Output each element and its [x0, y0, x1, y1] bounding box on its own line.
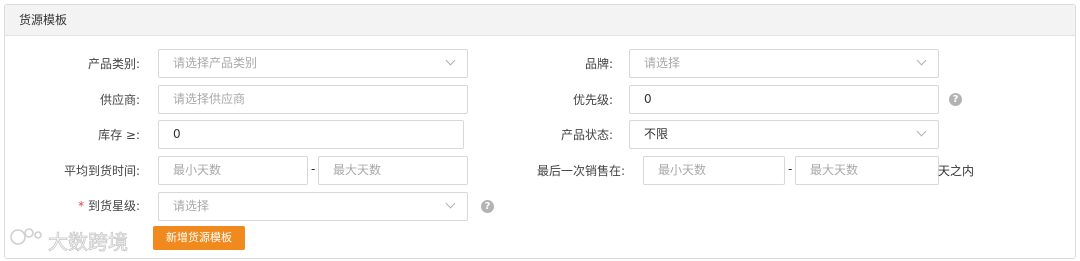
- supplier-input[interactable]: 请选择供应商: [158, 85, 468, 114]
- last-sale-min-placeholder: 最小天数: [658, 163, 707, 177]
- range-separator: -: [788, 162, 793, 176]
- arrival-level-label: * 到货星级:: [45, 197, 140, 214]
- arrival-level-placeholder: 请选择: [173, 199, 210, 213]
- source-template-panel: 货源模板 产品类别: 请选择产品类别 品牌: 请选择 供应商: 请选择供应商 优…: [4, 4, 1076, 259]
- last-sale-min-input[interactable]: 最小天数: [643, 156, 785, 185]
- supplier-placeholder: 请选择供应商: [173, 92, 246, 106]
- supplier-label: 供应商:: [99, 93, 140, 107]
- avg-arrival-max-input[interactable]: 最大天数: [318, 156, 468, 185]
- stock-label: 库存 ≥:: [98, 128, 140, 142]
- days-suffix: 天之内: [938, 164, 975, 178]
- status-select[interactable]: 不限: [629, 120, 939, 149]
- chevron-down-icon: [445, 198, 456, 209]
- chevron-down-icon: [916, 55, 927, 66]
- brand-select[interactable]: 请选择: [629, 49, 939, 78]
- range-separator: -: [311, 162, 316, 176]
- category-select[interactable]: 请选择产品类别: [158, 49, 468, 78]
- category-label: 产品类别:: [87, 57, 140, 71]
- priority-label: 优先级:: [572, 93, 613, 107]
- watermark: 大数跨境: [8, 225, 143, 255]
- last-sale-max-input[interactable]: 最大天数: [795, 156, 939, 185]
- category-placeholder: 请选择产品类别: [173, 56, 258, 70]
- watermark-logo: 大数跨境: [10, 228, 128, 254]
- add-template-button[interactable]: 新增货源模板: [153, 226, 245, 250]
- arrival-level-label-text: 到货星级:: [87, 199, 140, 213]
- status-value: 不限: [644, 127, 669, 141]
- required-mark: *: [78, 199, 85, 213]
- arrival-level-select[interactable]: 请选择: [158, 192, 468, 221]
- avg-arrival-label: 平均到货时间:: [63, 164, 140, 178]
- chevron-down-icon: [445, 55, 456, 66]
- last-sale-max-placeholder: 最大天数: [810, 163, 859, 177]
- help-icon[interactable]: ?: [949, 93, 962, 106]
- priority-value: 0: [644, 92, 652, 106]
- avg-arrival-max-placeholder: 最大天数: [333, 163, 382, 177]
- avg-arrival-min-placeholder: 最小天数: [173, 163, 222, 177]
- avg-arrival-min-input[interactable]: 最小天数: [158, 156, 308, 185]
- priority-input[interactable]: 0: [629, 85, 939, 114]
- stock-input[interactable]: 0: [158, 120, 464, 149]
- stock-value: 0: [173, 127, 181, 141]
- last-sale-label: 最后一次销售在:: [536, 164, 625, 178]
- status-label: 产品状态:: [560, 128, 613, 142]
- watermark-text: 大数跨境: [48, 230, 128, 254]
- chevron-down-icon: [916, 126, 927, 137]
- brand-label: 品牌:: [584, 57, 613, 71]
- panel-title: 货源模板: [5, 5, 1075, 36]
- help-icon[interactable]: ?: [481, 200, 494, 213]
- brand-placeholder: 请选择: [644, 56, 681, 70]
